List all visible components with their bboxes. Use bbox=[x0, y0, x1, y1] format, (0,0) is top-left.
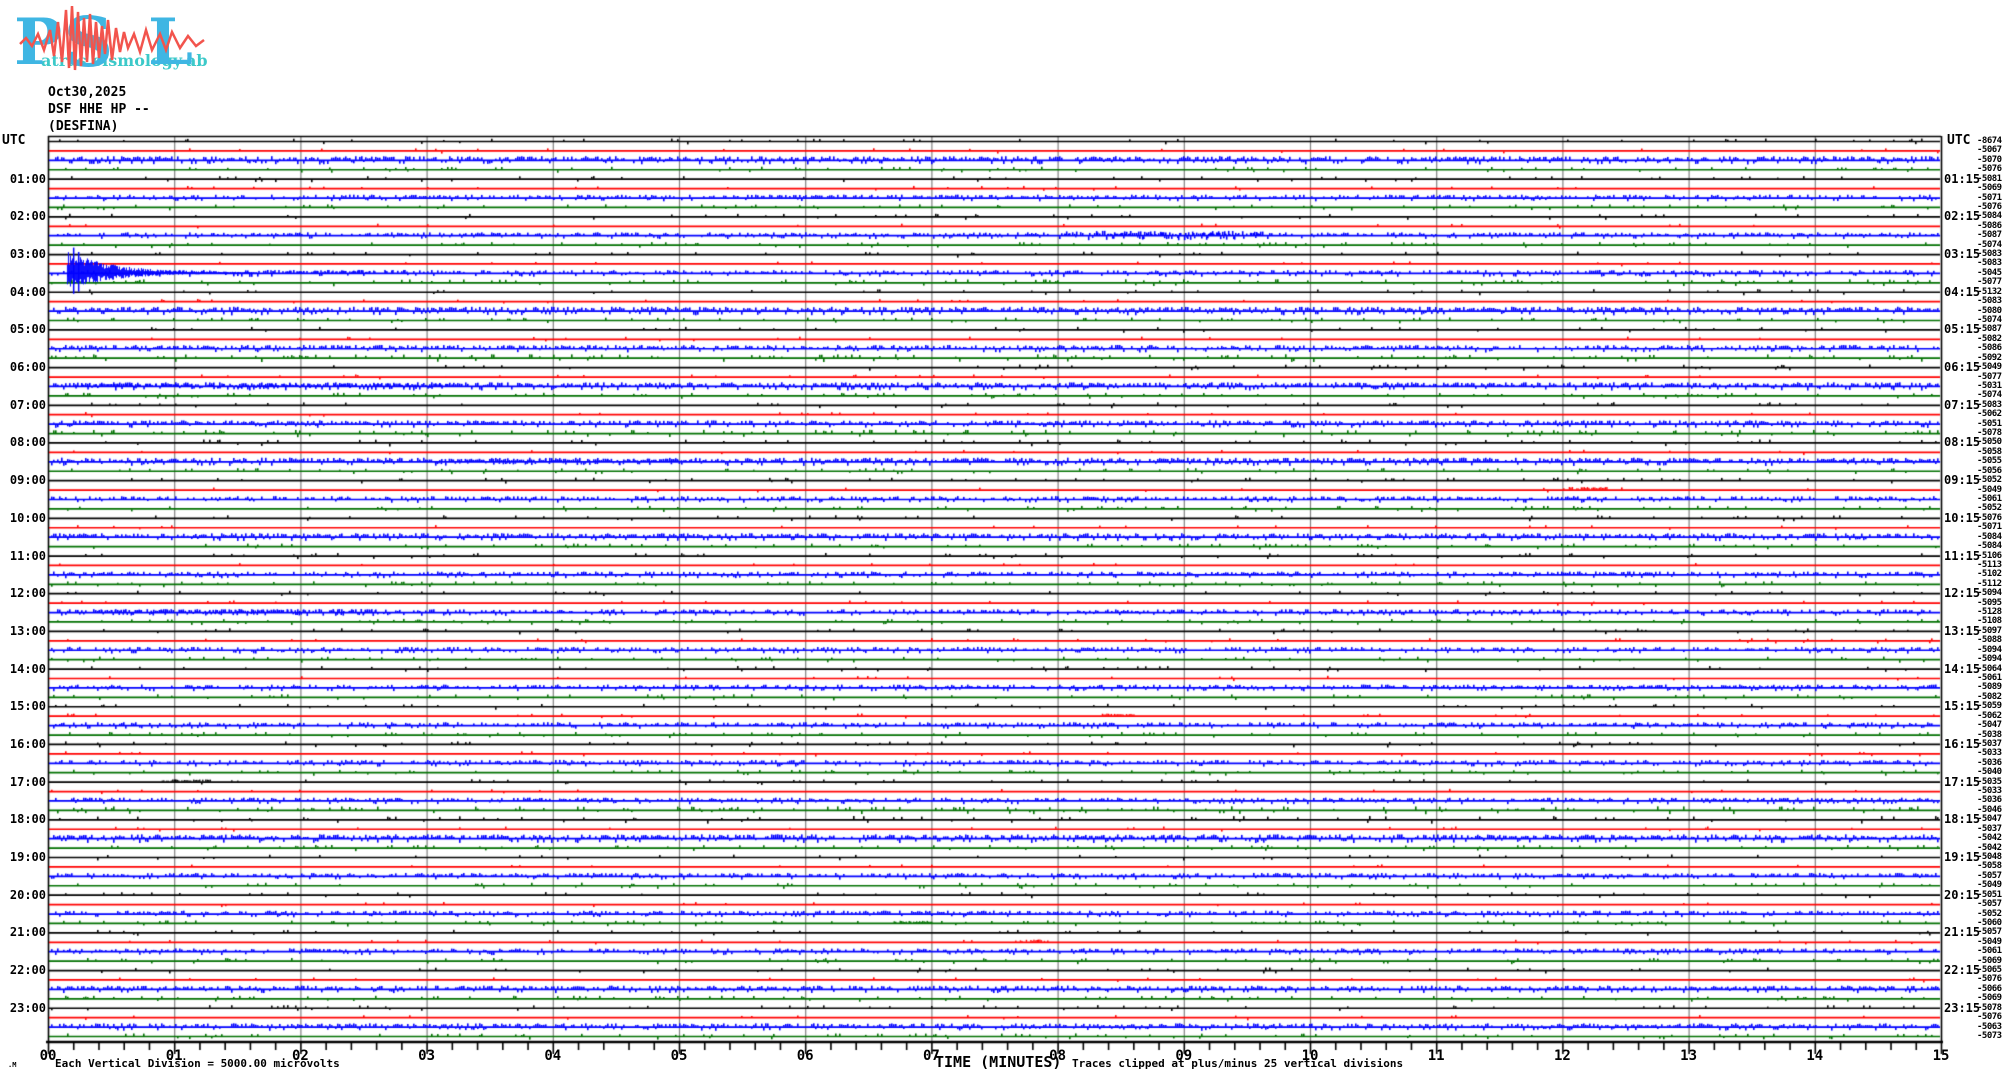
trace-offset-value: -5083 bbox=[1977, 297, 2002, 306]
left-hour-label: 11:00 bbox=[0, 550, 46, 562]
left-hour-label: 16:00 bbox=[0, 738, 46, 750]
minute-tick-label: 12 bbox=[1542, 1049, 1582, 1063]
right-hour-label: 20:15 bbox=[1944, 889, 1980, 901]
helicorder-plot bbox=[0, 0, 2010, 1080]
trace-offset-value: -5055 bbox=[1977, 457, 2002, 466]
trace-offset-value: -5102 bbox=[1977, 570, 2002, 579]
trace-offset-value: -5073 bbox=[1977, 1032, 2002, 1041]
trace-offset-value: -5049 bbox=[1977, 363, 2002, 372]
right-hour-label: 06:15 bbox=[1944, 361, 1980, 373]
x-axis-title: TIME (MINUTES) bbox=[935, 1055, 1061, 1070]
trace-offset-value: -5042 bbox=[1977, 834, 2002, 843]
minute-tick-label: 06 bbox=[785, 1049, 825, 1063]
right-hour-label: 16:15 bbox=[1944, 738, 1980, 750]
trace-offset-value: -5062 bbox=[1977, 410, 2002, 419]
trace-offset-value: -5033 bbox=[1977, 749, 2002, 758]
left-hour-label: 05:00 bbox=[0, 323, 46, 335]
trace-offset-value: -5077 bbox=[1977, 278, 2002, 287]
trace-offset-value: -5094 bbox=[1977, 655, 2002, 664]
right-hour-label: 19:15 bbox=[1944, 851, 1980, 863]
left-hour-label: 14:00 bbox=[0, 663, 46, 675]
trace-offset-value: -5057 bbox=[1977, 928, 2002, 937]
left-hour-label: 09:00 bbox=[0, 474, 46, 486]
right-hour-label: 09:15 bbox=[1944, 474, 1980, 486]
right-hour-label: 02:15 bbox=[1944, 210, 1980, 222]
trace-offset-value: -5087 bbox=[1977, 231, 2002, 240]
right-hour-label: 07:15 bbox=[1944, 399, 1980, 411]
right-hour-label: 04:15 bbox=[1944, 286, 1980, 298]
trace-offset-value: -5059 bbox=[1977, 702, 2002, 711]
left-hour-label: 04:00 bbox=[0, 286, 46, 298]
right-hour-label: 23:15 bbox=[1944, 1002, 1980, 1014]
trace-offset-value: -5069 bbox=[1977, 184, 2002, 193]
left-hour-label: 19:00 bbox=[0, 851, 46, 863]
right-hour-label: 14:15 bbox=[1944, 663, 1980, 675]
trace-offset-value: -5061 bbox=[1977, 947, 2002, 956]
trace-offset-value: -5074 bbox=[1977, 391, 2002, 400]
left-hour-label: 18:00 bbox=[0, 813, 46, 825]
trace-offset-value: -5057 bbox=[1977, 900, 2002, 909]
clip-note: Traces clipped at plus/minus 25 vertical… bbox=[1072, 1058, 1403, 1069]
trace-offset-value: -5047 bbox=[1977, 721, 2002, 730]
trace-offset-value: -5071 bbox=[1977, 523, 2002, 532]
trace-offset-value: -5094 bbox=[1977, 589, 2002, 598]
right-hour-label: 12:15 bbox=[1944, 587, 1980, 599]
left-hour-label: 17:00 bbox=[0, 776, 46, 788]
right-hour-label: 10:15 bbox=[1944, 512, 1980, 524]
left-hour-label: 03:00 bbox=[0, 248, 46, 260]
right-hour-label: 05:15 bbox=[1944, 323, 1980, 335]
right-hour-label: 15:15 bbox=[1944, 700, 1980, 712]
left-hour-label: 20:00 bbox=[0, 889, 46, 901]
minute-tick-label: 05 bbox=[659, 1049, 699, 1063]
minute-tick-label: 04 bbox=[533, 1049, 573, 1063]
left-hour-label: 10:00 bbox=[0, 512, 46, 524]
left-hour-label: 23:00 bbox=[0, 1002, 46, 1014]
minute-tick-label: 11 bbox=[1416, 1049, 1456, 1063]
left-hour-label: 06:00 bbox=[0, 361, 46, 373]
left-hour-label: 21:00 bbox=[0, 926, 46, 938]
trace-offset-value: -5086 bbox=[1977, 344, 2002, 353]
right-hour-label: 17:15 bbox=[1944, 776, 1980, 788]
trace-offset-value: -5076 bbox=[1977, 165, 2002, 174]
right-hour-label: 21:15 bbox=[1944, 926, 1980, 938]
right-hour-label: 22:15 bbox=[1944, 964, 1980, 976]
right-hour-label: 13:15 bbox=[1944, 625, 1980, 637]
left-hour-label: 08:00 bbox=[0, 436, 46, 448]
minute-tick-label: 03 bbox=[407, 1049, 447, 1063]
trace-offset-value: -5084 bbox=[1977, 212, 2002, 221]
right-hour-label: 08:15 bbox=[1944, 436, 1980, 448]
trace-offset-value: -5076 bbox=[1977, 1013, 2002, 1022]
left-hour-label: 12:00 bbox=[0, 587, 46, 599]
scale-note: Each Vertical Division = 5000.00 microvo… bbox=[55, 1058, 340, 1069]
trace-offset-value: -5049 bbox=[1977, 881, 2002, 890]
trace-offset-value: -5084 bbox=[1977, 542, 2002, 551]
trace-offset-value: -5088 bbox=[1977, 636, 2002, 645]
left-hour-label: 15:00 bbox=[0, 700, 46, 712]
trace-offset-value: -5040 bbox=[1977, 768, 2002, 777]
right-hour-label: 18:15 bbox=[1944, 813, 1980, 825]
trace-offset-value: -5047 bbox=[1977, 815, 2002, 824]
minute-tick-label: 13 bbox=[1669, 1049, 1709, 1063]
left-hour-label: 02:00 bbox=[0, 210, 46, 222]
minute-tick-label: 14 bbox=[1795, 1049, 1835, 1063]
right-hour-label: 01:15 bbox=[1944, 173, 1980, 185]
left-hour-label: 13:00 bbox=[0, 625, 46, 637]
right-hour-label: 11:15 bbox=[1944, 550, 1980, 562]
webicorder-page: { "logo": { "letter_p": "P", "word_patra… bbox=[0, 0, 2010, 1080]
minute-tick-label: 15 bbox=[1921, 1049, 1961, 1063]
trace-offset-value: -5069 bbox=[1977, 994, 2002, 1003]
left-hour-label: 07:00 bbox=[0, 399, 46, 411]
right-hour-label: 03:15 bbox=[1944, 248, 1980, 260]
left-hour-label: 01:00 bbox=[0, 173, 46, 185]
left-hour-label: 22:00 bbox=[0, 964, 46, 976]
scale-mark: .M bbox=[8, 1062, 16, 1069]
trace-offset-value: -5052 bbox=[1977, 476, 2002, 485]
